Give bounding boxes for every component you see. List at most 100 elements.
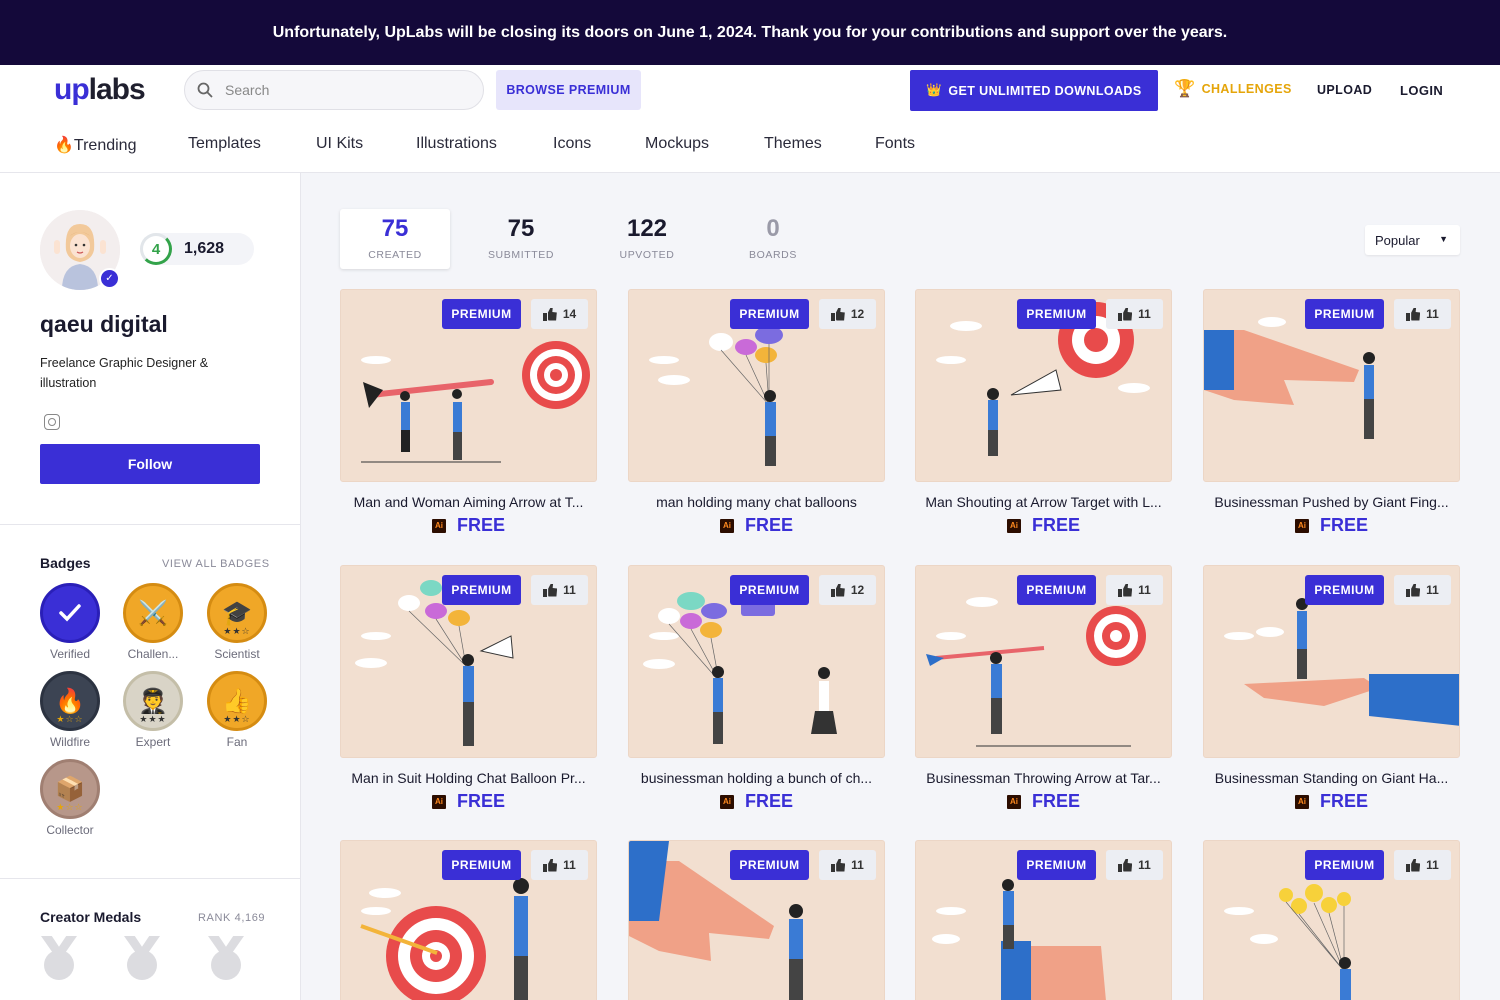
challenges-link[interactable]: 🏆 CHALLENGES	[1174, 79, 1292, 99]
shot-card[interactable]: PREMIUM 11	[628, 840, 885, 1000]
shot-card[interactable]: PREMIUM 12 man holding many chat balloons A…	[628, 289, 885, 536]
shot-thumbnail[interactable]: PREMIUM 12	[628, 289, 885, 482]
shot-title[interactable]: man holding many chat balloons	[628, 494, 885, 510]
badge-expert[interactable]: 🧑‍✈️ ★★★ Expert	[123, 671, 183, 749]
shot-card[interactable]: PREMIUM 11	[1203, 840, 1460, 1000]
premium-badge[interactable]: PREMIUM	[730, 299, 809, 329]
follow-button[interactable]: Follow	[40, 444, 260, 484]
badge-scientist[interactable]: 🎓 ★★☆ Scientist	[207, 583, 267, 661]
upvote-button[interactable]: 11	[1106, 299, 1163, 329]
upvote-button[interactable]: 11	[1106, 850, 1163, 880]
upvote-button[interactable]: 11	[1394, 299, 1451, 329]
login-link[interactable]: LOGIN	[1400, 83, 1443, 98]
shot-card[interactable]: PREMIUM 11 Businessman Throwing Arrow at T…	[915, 565, 1172, 812]
upvote-button[interactable]: 11	[1394, 850, 1451, 880]
shot-thumbnail[interactable]: PREMIUM 11	[1203, 289, 1460, 482]
upvote-count: 11	[563, 583, 576, 597]
upload-link[interactable]: UPLOAD	[1317, 83, 1372, 97]
upvote-button[interactable]: 12	[819, 575, 876, 605]
shot-thumbnail[interactable]: PREMIUM 11	[340, 840, 597, 1000]
stat-submitted-tab[interactable]: 75 SUBMITTED	[466, 209, 576, 269]
stat-upvoted-tab[interactable]: 122 UPVOTED	[592, 209, 702, 269]
shot-thumbnail[interactable]: PREMIUM 11	[1203, 565, 1460, 758]
shot-card[interactable]: PREMIUM 11	[340, 840, 597, 1000]
premium-badge[interactable]: PREMIUM	[1017, 299, 1096, 329]
upvote-button[interactable]: 11	[531, 575, 588, 605]
uplabs-logo[interactable]: up labs	[54, 73, 146, 107]
premium-badge[interactable]: PREMIUM	[442, 850, 521, 880]
search-box[interactable]	[184, 70, 484, 110]
nav-item-fonts[interactable]: Fonts	[875, 135, 915, 153]
upvote-count: 11	[1138, 307, 1151, 321]
upvote-button[interactable]: 11	[1106, 575, 1163, 605]
nav-item-trending[interactable]: 🔥Trending	[54, 135, 136, 155]
instagram-icon[interactable]	[44, 414, 60, 430]
nav-item-themes[interactable]: Themes	[764, 135, 822, 153]
closing-announcement-banner: Unfortunately, UpLabs will be closing it…	[0, 0, 1500, 65]
upvote-button[interactable]: 11	[1394, 575, 1451, 605]
star-rating: ★★☆	[223, 714, 251, 724]
premium-badge[interactable]: PREMIUM	[1017, 575, 1096, 605]
upvote-button[interactable]: 12	[819, 299, 876, 329]
badge-fan[interactable]: 👍 ★★☆ Fan	[207, 671, 267, 749]
shot-title[interactable]: businessman holding a bunch of ch...	[628, 770, 885, 786]
shot-thumbnail[interactable]: PREMIUM 11	[1203, 840, 1460, 1000]
browse-premium-button[interactable]: BROWSE PREMIUM	[496, 70, 641, 110]
get-unlimited-downloads-button[interactable]: 👑 GET UNLIMITED DOWNLOADS	[910, 70, 1158, 111]
shot-meta: Ai FREE	[1203, 791, 1460, 812]
price-label: FREE	[1031, 515, 1080, 535]
upvote-button[interactable]: 11	[819, 850, 876, 880]
premium-badge[interactable]: PREMIUM	[1017, 850, 1096, 880]
stat-created-tab[interactable]: 75 CREATED	[340, 209, 450, 269]
shot-thumbnail[interactable]: PREMIUM 11	[915, 289, 1172, 482]
shot-thumbnail[interactable]: PREMIUM 12	[628, 565, 885, 758]
shot-card[interactable]: PREMIUM 11 Man in Suit Holding Chat Balloo…	[340, 565, 597, 812]
shot-title[interactable]: Man in Suit Holding Chat Balloon Pr...	[340, 770, 597, 786]
badge-verified[interactable]: Verified	[40, 583, 100, 661]
shot-card[interactable]: PREMIUM 11 Man Shouting at Arrow Target wi…	[915, 289, 1172, 536]
stat-label: UPVOTED	[619, 249, 675, 261]
shot-meta: Ai FREE	[915, 515, 1172, 536]
premium-badge[interactable]: PREMIUM	[730, 575, 809, 605]
medal-icon	[41, 936, 77, 984]
premium-badge[interactable]: PREMIUM	[730, 850, 809, 880]
premium-badge[interactable]: PREMIUM	[442, 575, 521, 605]
shot-card[interactable]: PREMIUM 11 Businessman Pushed by Giant Fin…	[1203, 289, 1460, 536]
medal-icon	[124, 936, 160, 984]
shot-thumbnail[interactable]: PREMIUM 11	[340, 565, 597, 758]
shot-title[interactable]: Businessman Pushed by Giant Fing...	[1203, 494, 1460, 510]
fire-icon: 🔥	[54, 137, 74, 154]
premium-badge[interactable]: PREMIUM	[1305, 575, 1384, 605]
upvote-button[interactable]: 14	[531, 299, 588, 329]
nav-item-mockups[interactable]: Mockups	[645, 135, 709, 153]
nav-item-templates[interactable]: Templates	[188, 135, 261, 153]
shot-title[interactable]: Businessman Throwing Arrow at Tar...	[915, 770, 1172, 786]
shot-card[interactable]: PREMIUM 11	[915, 840, 1172, 1000]
shot-card[interactable]: PREMIUM 11 Businessman Standing on Giant H…	[1203, 565, 1460, 812]
view-all-badges-link[interactable]: VIEW ALL BADGES	[162, 558, 270, 570]
shot-thumbnail[interactable]: PREMIUM 11	[915, 840, 1172, 1000]
premium-badge[interactable]: PREMIUM	[442, 299, 521, 329]
shot-thumbnail[interactable]: PREMIUM 11	[628, 840, 885, 1000]
nav-item-icons[interactable]: Icons	[553, 135, 591, 153]
shot-card[interactable]: PREMIUM 12 businessman holding a bunch of …	[628, 565, 885, 812]
price-label: FREE	[456, 515, 505, 535]
shot-thumbnail[interactable]: PREMIUM 11	[915, 565, 1172, 758]
search-input[interactable]	[225, 82, 455, 98]
shot-title[interactable]: Man and Woman Aiming Arrow at T...	[340, 494, 597, 510]
stat-boards-tab[interactable]: 0 BOARDS	[718, 209, 828, 269]
badge-challenger[interactable]: ⚔️ Challen...	[123, 583, 183, 661]
shot-thumbnail[interactable]: PREMIUM 14	[340, 289, 597, 482]
shot-title[interactable]: Businessman Standing on Giant Ha...	[1203, 770, 1460, 786]
premium-badge[interactable]: PREMIUM	[1305, 850, 1384, 880]
nav-item-ui-kits[interactable]: UI Kits	[316, 135, 363, 153]
nav-item-illustrations[interactable]: Illustrations	[416, 135, 497, 153]
upvote-button[interactable]: 11	[531, 850, 588, 880]
shot-card[interactable]: PREMIUM 14 Man and Woman Aiming Arrow at T…	[340, 289, 597, 536]
premium-badge[interactable]: PREMIUM	[1305, 299, 1384, 329]
sort-select[interactable]: Popular ▼	[1365, 225, 1460, 255]
badge-wildfire[interactable]: 🔥 ★☆☆ Wildfire	[40, 671, 100, 749]
unlimited-label: GET UNLIMITED DOWNLOADS	[948, 83, 1142, 98]
shot-title[interactable]: Man Shouting at Arrow Target with L...	[915, 494, 1172, 510]
badge-collector[interactable]: 📦 ★☆☆ Collector	[40, 759, 100, 837]
